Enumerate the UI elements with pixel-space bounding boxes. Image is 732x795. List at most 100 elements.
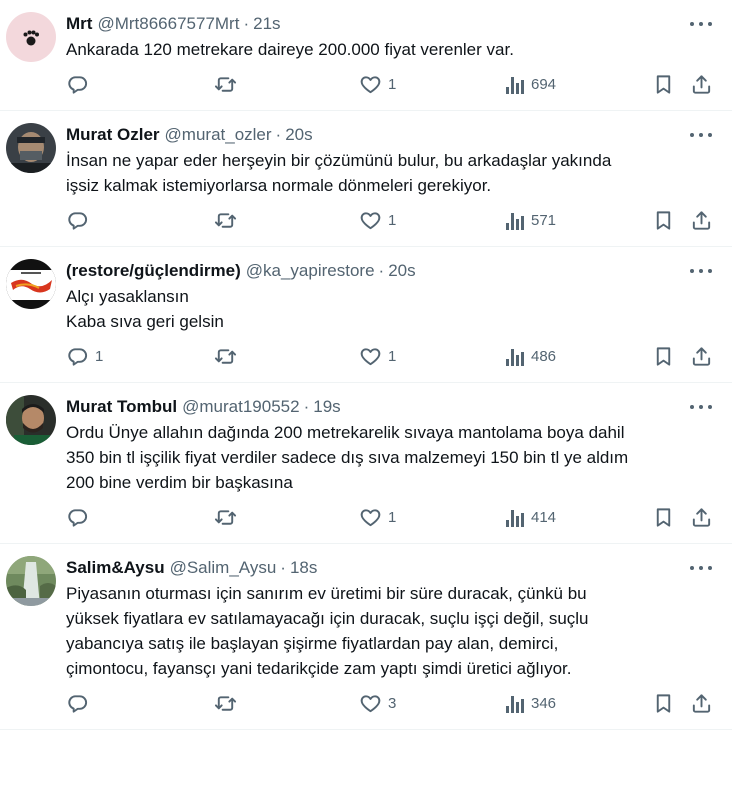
view-count: 414	[531, 508, 557, 526]
tweet-text-line: Kaba sıva geri gelsin	[66, 312, 224, 331]
reply-button[interactable]: 1	[66, 344, 103, 368]
user-handle[interactable]: @murat190552	[182, 395, 299, 419]
heart-icon	[360, 694, 381, 712]
bookmark-button[interactable]	[652, 208, 675, 232]
tweet-actions: 1 414	[66, 495, 716, 543]
timestamp[interactable]: 20s	[285, 123, 312, 147]
more-options-button[interactable]	[690, 14, 712, 34]
like-count: 1	[388, 75, 397, 93]
tweet-text: Alçı yasaklansın Kaba sıva geri gelsin	[66, 284, 716, 334]
display-name[interactable]: (restore/güçlendirme)	[66, 259, 241, 283]
share-button[interactable]	[690, 505, 713, 529]
tweet[interactable]: Murat Ozler @murat_ozler · 20s İnsan ne …	[0, 111, 732, 247]
view-count: 694	[531, 75, 557, 93]
timestamp[interactable]: 21s	[253, 12, 280, 36]
bookmark-button[interactable]	[652, 505, 675, 529]
more-dot	[699, 566, 703, 570]
share-button[interactable]	[690, 72, 713, 96]
views-icon	[506, 75, 525, 94]
like-button[interactable]: 1	[359, 505, 396, 529]
tweet-feed: Mrt @Mrt86667577Mrt · 21s Ankarada 120 m…	[0, 0, 732, 730]
tweet-header: (restore/güçlendirme) @ka_yapirestore · …	[66, 259, 716, 283]
tweet-text-line: yabancıya satış ile başlayan şişirme fiy…	[66, 634, 559, 653]
more-options-button[interactable]	[690, 125, 712, 145]
more-dot	[708, 269, 712, 273]
reply-button[interactable]	[66, 691, 95, 715]
views-button[interactable]: 414	[506, 505, 556, 529]
share-button[interactable]	[690, 208, 713, 232]
like-count: 3	[388, 694, 397, 712]
display-name[interactable]: Murat Tombul	[66, 395, 177, 419]
views-icon	[506, 211, 525, 230]
retweet-button[interactable]	[214, 691, 243, 715]
retweet-button[interactable]	[214, 72, 243, 96]
tweet-actions: 1 1 486	[66, 334, 716, 382]
avatar[interactable]	[6, 259, 56, 309]
more-dot	[708, 133, 712, 137]
like-button[interactable]: 3	[359, 691, 396, 715]
more-dot	[690, 133, 694, 137]
heart-icon	[360, 75, 381, 93]
more-dot	[699, 133, 703, 137]
display-name[interactable]: Mrt	[66, 12, 92, 36]
tweet-text: İnsan ne yapar eder herşeyin bir çözümün…	[66, 148, 716, 198]
tweet[interactable]: Murat Tombul @murat190552 · 19s Ordu Üny…	[0, 383, 732, 544]
like-button[interactable]: 1	[359, 344, 396, 368]
retweet-button[interactable]	[214, 505, 243, 529]
more-options-button[interactable]	[690, 261, 712, 281]
retweet-icon	[214, 695, 237, 711]
bookmark-icon	[656, 74, 671, 94]
timestamp[interactable]: 19s	[313, 395, 340, 419]
views-icon	[506, 694, 525, 713]
timestamp[interactable]: 18s	[290, 556, 317, 580]
avatar[interactable]	[6, 556, 56, 606]
reply-icon	[68, 347, 88, 366]
tweet[interactable]: (restore/güçlendirme) @ka_yapirestore · …	[0, 247, 732, 383]
views-icon	[506, 508, 525, 527]
bookmark-button[interactable]	[652, 691, 675, 715]
like-count: 1	[388, 211, 397, 229]
tweet-text: Piyasanın oturması için sanırım ev üreti…	[66, 581, 716, 681]
more-dot	[708, 22, 712, 26]
user-handle[interactable]: @Mrt86667577Mrt	[97, 12, 239, 36]
display-name[interactable]: Salim&Aysu	[66, 556, 165, 580]
tweet-actions: 1 571	[66, 198, 716, 246]
user-handle[interactable]: @Salim_Aysu	[170, 556, 277, 580]
like-button[interactable]: 1	[359, 72, 396, 96]
retweet-button[interactable]	[214, 208, 243, 232]
views-button[interactable]: 486	[506, 344, 556, 368]
reply-button[interactable]	[66, 505, 95, 529]
share-button[interactable]	[690, 691, 713, 715]
more-options-button[interactable]	[690, 558, 712, 578]
bookmark-button[interactable]	[652, 344, 675, 368]
bookmark-button[interactable]	[652, 72, 675, 96]
tweet[interactable]: Mrt @Mrt86667577Mrt · 21s Ankarada 120 m…	[0, 0, 732, 111]
reply-button[interactable]	[66, 208, 95, 232]
views-button[interactable]: 346	[506, 691, 556, 715]
tweet-header: Mrt @Mrt86667577Mrt · 21s	[66, 12, 716, 36]
timestamp[interactable]: 20s	[388, 259, 415, 283]
like-button[interactable]: 1	[359, 208, 396, 232]
share-button[interactable]	[690, 344, 713, 368]
user-handle[interactable]: @ka_yapirestore	[246, 259, 375, 283]
retweet-icon	[214, 76, 237, 92]
avatar[interactable]	[6, 395, 56, 445]
display-name[interactable]: Murat Ozler	[66, 123, 160, 147]
tweet-text-line: İnsan ne yapar eder herşeyin bir çözümün…	[66, 151, 612, 170]
reply-button[interactable]	[66, 72, 95, 96]
tweet-text-line: Alçı yasaklansın	[66, 287, 189, 306]
views-button[interactable]: 694	[506, 72, 556, 96]
views-icon	[506, 347, 525, 366]
more-options-button[interactable]	[690, 397, 712, 417]
retweet-icon	[214, 212, 237, 228]
retweet-button[interactable]	[214, 344, 243, 368]
views-button[interactable]: 571	[506, 208, 556, 232]
avatar[interactable]	[6, 123, 56, 173]
more-dot	[699, 269, 703, 273]
avatar[interactable]	[6, 12, 56, 62]
tweet[interactable]: Salim&Aysu @Salim_Aysu · 18s Piyasanın o…	[0, 544, 732, 730]
user-handle[interactable]: @murat_ozler	[165, 123, 272, 147]
tweet-actions: 1 694	[66, 62, 716, 110]
separator: ·	[303, 397, 310, 416]
tweet-text-line: Piyasanın oturması için sanırım ev üreti…	[66, 584, 587, 603]
